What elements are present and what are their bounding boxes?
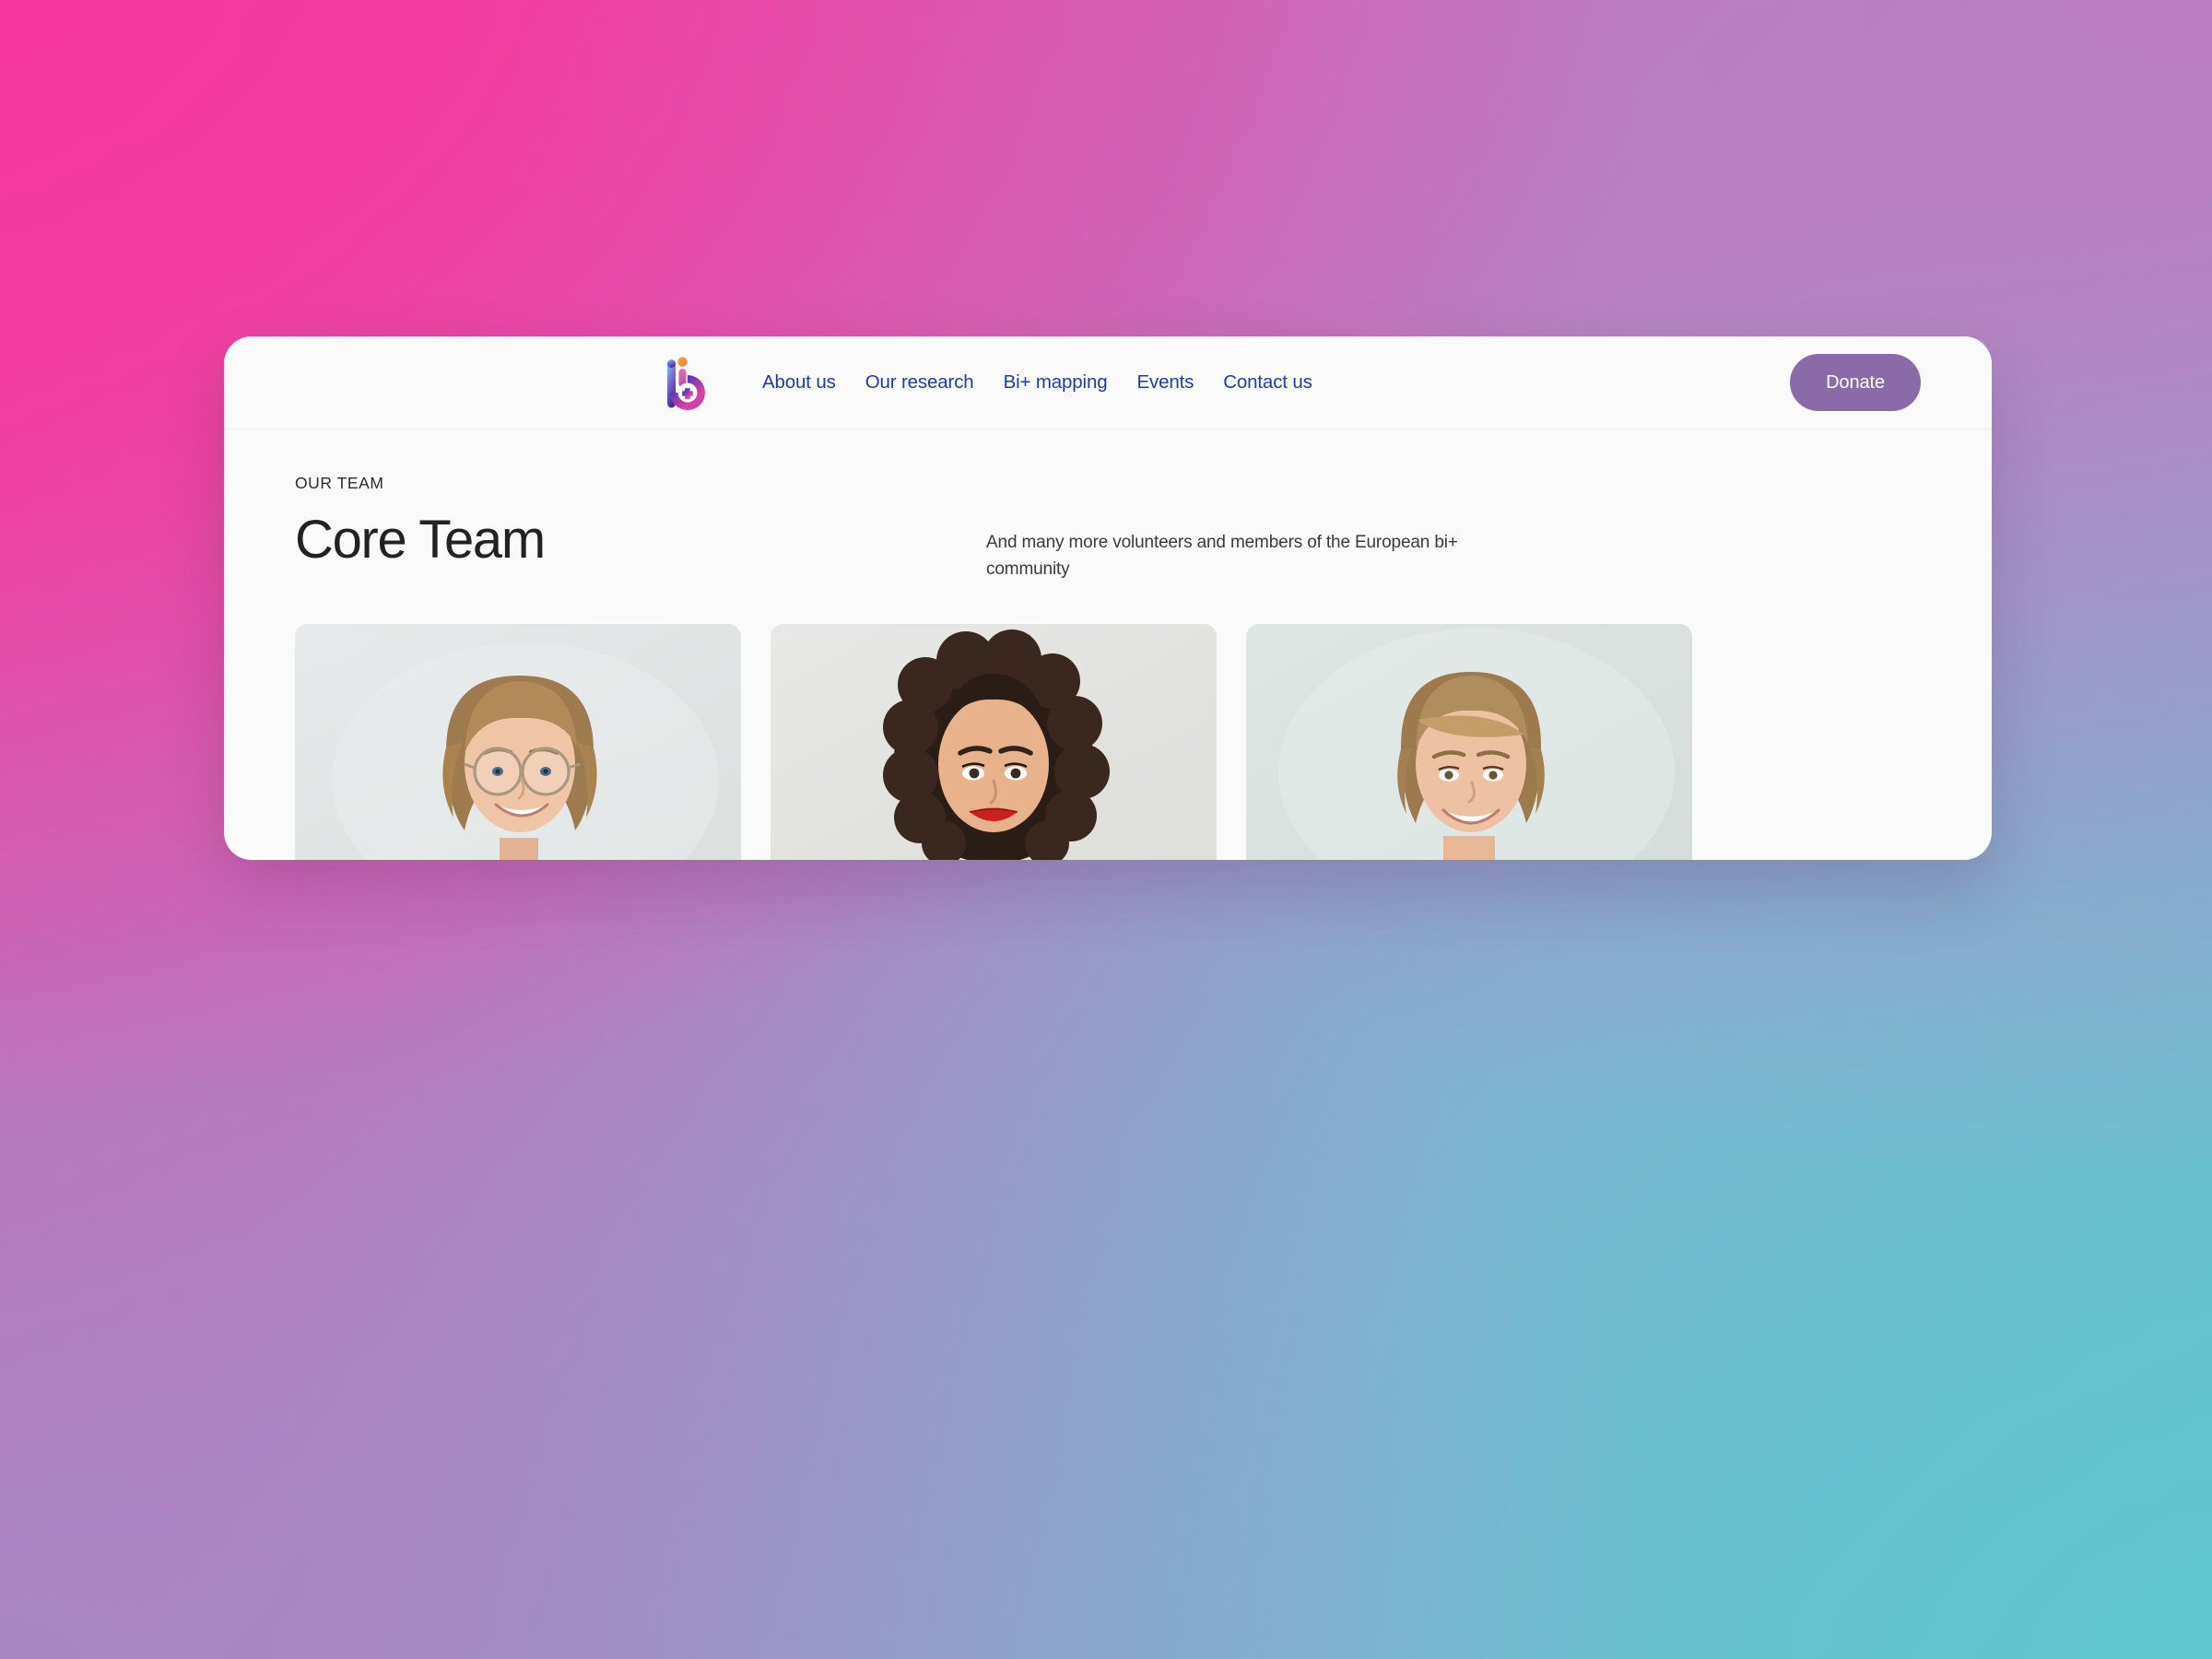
nav-link-about-us[interactable]: About us (762, 371, 851, 394)
page-title: Core Team (295, 510, 546, 570)
browser-panel: About us Our research Bi+ mapping Events… (224, 336, 1992, 860)
section-eyebrow: OUR TEAM (295, 474, 384, 492)
member-photo (295, 624, 741, 860)
nav-link-our-research[interactable]: Our research (851, 371, 989, 394)
member-photo (1246, 624, 1692, 860)
member-photo (771, 624, 1217, 860)
main-navigation: About us Our research Bi+ mapping Events… (762, 371, 1327, 394)
nav-link-contact-us[interactable]: Contact us (1208, 371, 1327, 394)
page-body: OUR TEAM Core Team And many more volunte… (224, 429, 1992, 860)
team-grid: Barbara Oud She/Her Director Co-founder … (295, 624, 1921, 860)
team-member: Soudeh Rad They/Them Vice-Director Based… (771, 624, 1217, 860)
team-note: And many more volunteers and members of … (986, 533, 1458, 579)
bi-plus-logo-icon[interactable] (664, 350, 712, 417)
team-member: Monique Boesewinkel She/They Finance Dir… (1246, 624, 1692, 860)
title-row: Core Team And many more volunteers and m… (295, 513, 1921, 582)
nav-link-bi-mapping[interactable]: Bi+ mapping (989, 371, 1123, 394)
nav-link-events[interactable]: Events (1122, 371, 1208, 394)
donate-button[interactable]: Donate (1790, 354, 1921, 411)
team-member: Barbara Oud She/Her Director Co-founder … (295, 624, 741, 860)
site-header: About us Our research Bi+ mapping Events… (224, 336, 1992, 429)
